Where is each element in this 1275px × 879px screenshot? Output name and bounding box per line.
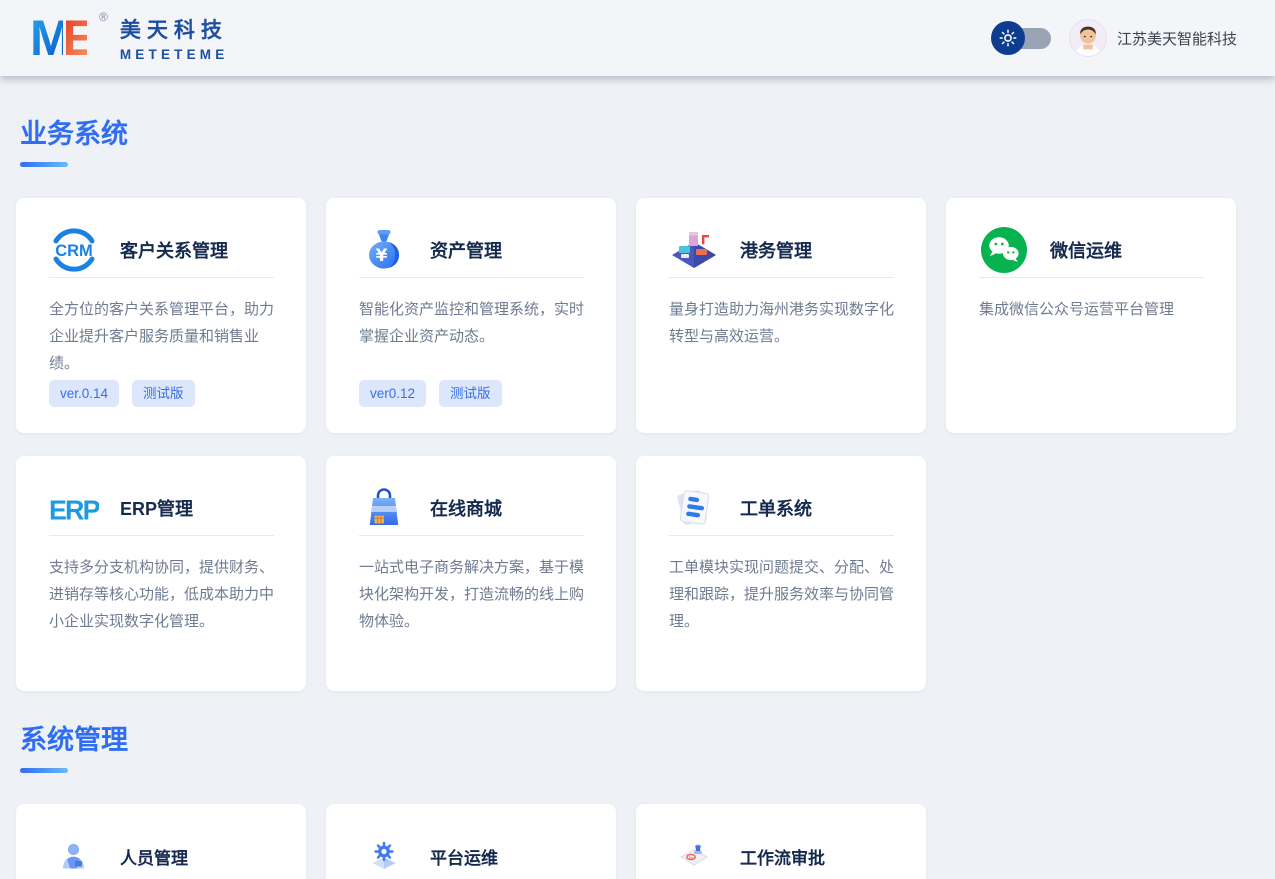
- company-name-en: METETEME: [120, 47, 229, 62]
- card-head: 工作流审批: [669, 830, 894, 879]
- app-card[interactable]: ¥ 资产管理 智能化资产监控和管理系统，实时掌握企业资产动态。 ver0.12 测…: [326, 198, 616, 433]
- card-description: 工单模块实现问题提交、分配、处理和跟踪，提升服务效率与协同管理。: [669, 554, 894, 635]
- card-title: 平台运维: [430, 844, 498, 869]
- card-description: 智能化资产监控和管理系统，实时掌握企业资产动态。: [359, 296, 584, 350]
- wechat-icon: [979, 225, 1029, 275]
- svg-text:¥: ¥: [376, 246, 388, 266]
- card-title: 人员管理: [120, 844, 188, 869]
- title-underline: [20, 162, 68, 167]
- card-head: ERP ERP管理: [49, 482, 274, 534]
- sun-icon: [991, 21, 1025, 55]
- svg-text:ERP: ERP: [49, 494, 99, 526]
- section-title: 系统管理: [20, 691, 1275, 757]
- card-title: 工作流审批: [740, 844, 825, 869]
- card-title: 港务管理: [740, 237, 812, 263]
- asset-icon: ¥: [359, 225, 409, 275]
- card-divider: [49, 277, 274, 278]
- card-head: ¥ 资产管理: [359, 224, 584, 276]
- card-head: 工单系统: [669, 482, 894, 534]
- system-cards-grid: 人员管理 平台运维 工作流审批: [16, 804, 1275, 879]
- card-head: CRM 客户关系管理: [49, 224, 274, 276]
- card-description: 量身打造助力海州港务实现数字化转型与高效运营。: [669, 296, 894, 350]
- card-description: 一站式电子商务解决方案，基于模块化架构开发，打造流畅的线上购物体验。: [359, 554, 584, 635]
- version-badge: 测试版: [132, 380, 195, 408]
- card-title: 客户关系管理: [120, 237, 228, 263]
- logo-letter-m: M: [30, 13, 63, 63]
- card-divider: [49, 535, 274, 536]
- company-name-cn: 美天科技: [120, 14, 229, 44]
- card-divider: [669, 535, 894, 536]
- svg-text:CRM: CRM: [55, 242, 93, 260]
- app-card[interactable]: 在线商城 一站式电子商务解决方案，基于模块化架构开发，打造流畅的线上购物体验。: [326, 456, 616, 691]
- card-head: 在线商城: [359, 482, 584, 534]
- ticket-icon: [669, 483, 719, 533]
- app-card[interactable]: 平台运维: [326, 804, 616, 879]
- user-account[interactable]: 江苏美天智能科技: [1069, 19, 1237, 57]
- card-head: 平台运维: [359, 830, 584, 879]
- title-underline: [20, 768, 68, 773]
- card-description: 支持多分支机构协同，提供财务、进销存等核心功能，低成本助力中小企业实现数字化管理…: [49, 554, 274, 635]
- card-divider: [359, 535, 584, 536]
- user-name: 江苏美天智能科技: [1117, 28, 1237, 49]
- person-icon: [49, 831, 99, 879]
- card-divider: [359, 277, 584, 278]
- workflow-icon: [669, 831, 719, 879]
- section-title: 业务系统: [20, 76, 1275, 151]
- card-divider: [669, 277, 894, 278]
- theme-toggle[interactable]: [991, 21, 1051, 55]
- section-system-management: 系统管理 人员管理 平台运维: [16, 691, 1275, 879]
- version-badge: 测试版: [439, 380, 502, 408]
- app-header: M E ® 美天科技 METETEME: [0, 0, 1275, 76]
- card-head: 微信运维: [979, 224, 1204, 276]
- user-avatar: [1069, 19, 1107, 57]
- app-card[interactable]: 微信运维 集成微信公众号运营平台管理: [946, 198, 1236, 433]
- app-card[interactable]: 人员管理: [16, 804, 306, 879]
- card-title: 资产管理: [430, 237, 502, 263]
- company-logo: M E ® 美天科技 METETEME: [30, 13, 228, 63]
- mall-icon: [359, 483, 409, 533]
- card-title: 在线商城: [430, 495, 502, 521]
- crm-icon: CRM: [49, 225, 99, 275]
- card-title: 微信运维: [1050, 237, 1122, 263]
- section-business-systems: 业务系统 CRM 客户关系管理 全方位的客户关系管理平台，助力企业提升客户服务质…: [16, 76, 1275, 691]
- app-card[interactable]: CRM 客户关系管理 全方位的客户关系管理平台，助力企业提升客户服务质量和销售业…: [16, 198, 306, 433]
- port-icon: [669, 225, 719, 275]
- portal-main: 业务系统 CRM 客户关系管理 全方位的客户关系管理平台，助力企业提升客户服务质…: [0, 76, 1275, 879]
- card-divider: [979, 277, 1204, 278]
- version-badge: ver.0.14: [49, 380, 119, 408]
- logo-mark-icon: M E ®: [30, 13, 108, 63]
- version-badge: ver0.12: [359, 380, 426, 408]
- app-card[interactable]: 工作流审批: [636, 804, 926, 879]
- ops-icon: [359, 831, 409, 879]
- card-title: ERP管理: [120, 495, 193, 521]
- header-right: 江苏美天智能科技: [991, 19, 1237, 57]
- card-badges: ver0.12 测试版: [359, 380, 584, 408]
- app-card[interactable]: ERP ERP管理 支持多分支机构协同，提供财务、进销存等核心功能，低成本助力中…: [16, 456, 306, 691]
- card-head: 人员管理: [49, 830, 274, 879]
- logo-text: 美天科技 METETEME: [120, 14, 229, 62]
- card-head: 港务管理: [669, 224, 894, 276]
- card-description: 全方位的客户关系管理平台，助力企业提升客户服务质量和销售业绩。: [49, 296, 274, 377]
- card-title: 工单系统: [740, 495, 812, 521]
- logo-letter-e: E: [63, 13, 87, 63]
- app-card[interactable]: 港务管理 量身打造助力海州港务实现数字化转型与高效运营。: [636, 198, 926, 433]
- app-card[interactable]: 工单系统 工单模块实现问题提交、分配、处理和跟踪，提升服务效率与协同管理。: [636, 456, 926, 691]
- registered-trademark-symbol: ®: [99, 11, 108, 23]
- erp-icon: ERP: [49, 483, 99, 533]
- card-badges: ver.0.14 测试版: [49, 380, 274, 408]
- business-cards-grid: CRM 客户关系管理 全方位的客户关系管理平台，助力企业提升客户服务质量和销售业…: [16, 198, 1275, 691]
- card-description: 集成微信公众号运营平台管理: [979, 296, 1204, 323]
